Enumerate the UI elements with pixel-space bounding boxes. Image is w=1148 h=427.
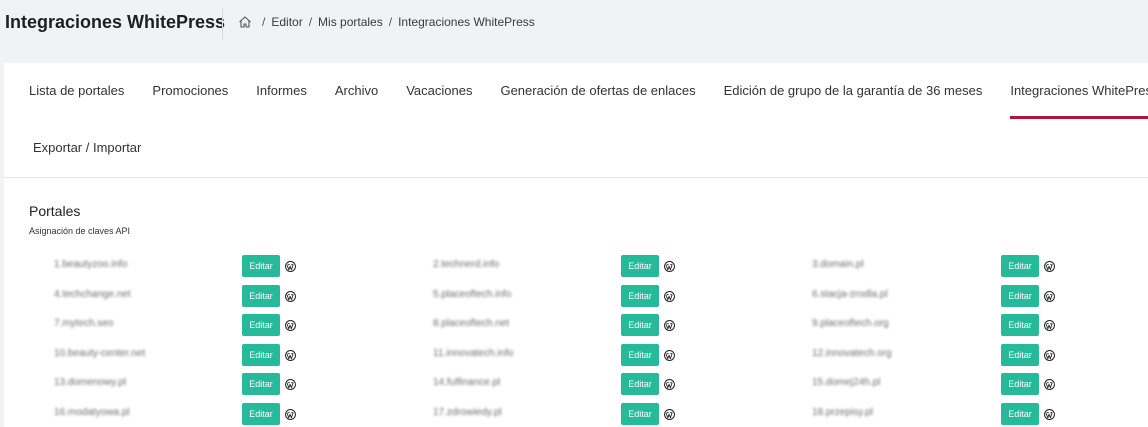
portal-name: 11.innovatech.info (433, 348, 514, 359)
tab-promociones[interactable]: Promociones (152, 83, 228, 119)
breadcrumb: / Editor / Mis portales / Integraciones … (238, 15, 535, 29)
tab-bar: Lista de portales Promociones Informes A… (29, 83, 1148, 119)
edit-button[interactable]: Editar (621, 344, 659, 366)
wordpress-icon (285, 259, 296, 272)
edit-button[interactable]: Editar (621, 285, 659, 307)
top-bar: Integraciones WhitePress / Editor / Mis … (0, 0, 1148, 48)
tab-integraciones-whitepress[interactable]: Integraciones WhitePress (1010, 83, 1148, 119)
portal-name: 16.modatyowa.pl (54, 407, 130, 418)
breadcrumb-editor[interactable]: Editor (271, 15, 302, 29)
portal-name: 5.placeoftech.info (433, 289, 512, 300)
edit-button[interactable]: Editar (621, 314, 659, 336)
edit-button[interactable]: Editar (1001, 255, 1039, 277)
portal-name: 18.przepisy.pl (812, 407, 873, 418)
tabs-divider (4, 177, 1148, 178)
portal-name: 2.technerd.info (433, 259, 500, 270)
section-title: Portales (29, 203, 81, 219)
edit-button[interactable]: Editar (1001, 285, 1039, 307)
portal-name: 15.domej24h.pl (812, 377, 881, 388)
wordpress-icon (285, 318, 296, 331)
wordpress-icon (664, 348, 675, 361)
wordpress-icon (664, 407, 675, 420)
edit-button[interactable]: Editar (1001, 403, 1039, 425)
edit-button[interactable]: Editar (242, 314, 280, 336)
portal-name: 8.placeoftech.net (433, 318, 510, 329)
portal-name: 10.beauty-center.net (54, 348, 146, 359)
edit-button[interactable]: Editar (242, 285, 280, 307)
portal-name: 12.innovatech.org (812, 348, 892, 359)
edit-button[interactable]: Editar (1001, 373, 1039, 395)
edit-button[interactable]: Editar (242, 255, 280, 277)
portal-name: 13.domenowy.pl (54, 377, 127, 388)
edit-button[interactable]: Editar (621, 403, 659, 425)
tab-exportar-importar[interactable]: Exportar / Importar (33, 140, 141, 155)
home-icon[interactable] (238, 15, 252, 29)
wordpress-icon (1044, 377, 1055, 390)
edit-button[interactable]: Editar (242, 344, 280, 366)
wordpress-icon (664, 318, 675, 331)
breadcrumb-separator: / (388, 15, 393, 29)
portal-name: 17.zdrowiedy.pl (433, 407, 502, 418)
wordpress-icon (285, 348, 296, 361)
wordpress-icon (285, 289, 296, 302)
wordpress-icon (1044, 407, 1055, 420)
wordpress-icon (1044, 289, 1055, 302)
tab-vacaciones[interactable]: Vacaciones (406, 83, 472, 119)
tab-lista-de-portales[interactable]: Lista de portales (29, 83, 124, 119)
wordpress-icon (1044, 348, 1055, 361)
content-card: Lista de portales Promociones Informes A… (4, 63, 1148, 427)
edit-button[interactable]: Editar (621, 255, 659, 277)
edit-button[interactable]: Editar (242, 403, 280, 425)
tab-edicion-grupo-garantia[interactable]: Edición de grupo de la garantía de 36 me… (724, 83, 983, 119)
tab-generacion-ofertas[interactable]: Generación de ofertas de enlaces (500, 83, 695, 119)
page-title: Integraciones WhitePress (5, 12, 226, 32)
section-subtitle: Asignación de claves API (29, 226, 131, 236)
portal-name: 9.placeoftech.org (812, 318, 889, 329)
breadcrumb-separator: / (308, 15, 313, 29)
breadcrumb-current: Integraciones WhitePress (398, 15, 535, 29)
wordpress-icon (1044, 259, 1055, 272)
portal-name: 3.domain.pl (812, 259, 864, 270)
tab-informes[interactable]: Informes (256, 83, 307, 119)
wordpress-icon (285, 377, 296, 390)
tab-archivo[interactable]: Archivo (335, 83, 378, 119)
portal-name: 4.techchange.net (54, 289, 131, 300)
wordpress-icon (1044, 318, 1055, 331)
portal-name: 6.stacja-zrodla.pl (812, 289, 888, 300)
breadcrumb-separator: / (262, 15, 266, 29)
edit-button[interactable]: Editar (621, 373, 659, 395)
wordpress-icon (664, 259, 675, 272)
wordpress-icon (664, 289, 675, 302)
portal-name: 14.fulfinance.pl (433, 377, 501, 388)
breadcrumb-mis-portales[interactable]: Mis portales (318, 15, 383, 29)
edit-button[interactable]: Editar (242, 373, 280, 395)
portal-name: 1.beautyzoo.info (54, 259, 128, 270)
header-divider (222, 7, 223, 40)
wordpress-icon (285, 407, 296, 420)
edit-button[interactable]: Editar (1001, 314, 1039, 336)
wordpress-icon (664, 377, 675, 390)
portal-name: 7.mytech.seo (54, 318, 114, 329)
edit-button[interactable]: Editar (1001, 344, 1039, 366)
